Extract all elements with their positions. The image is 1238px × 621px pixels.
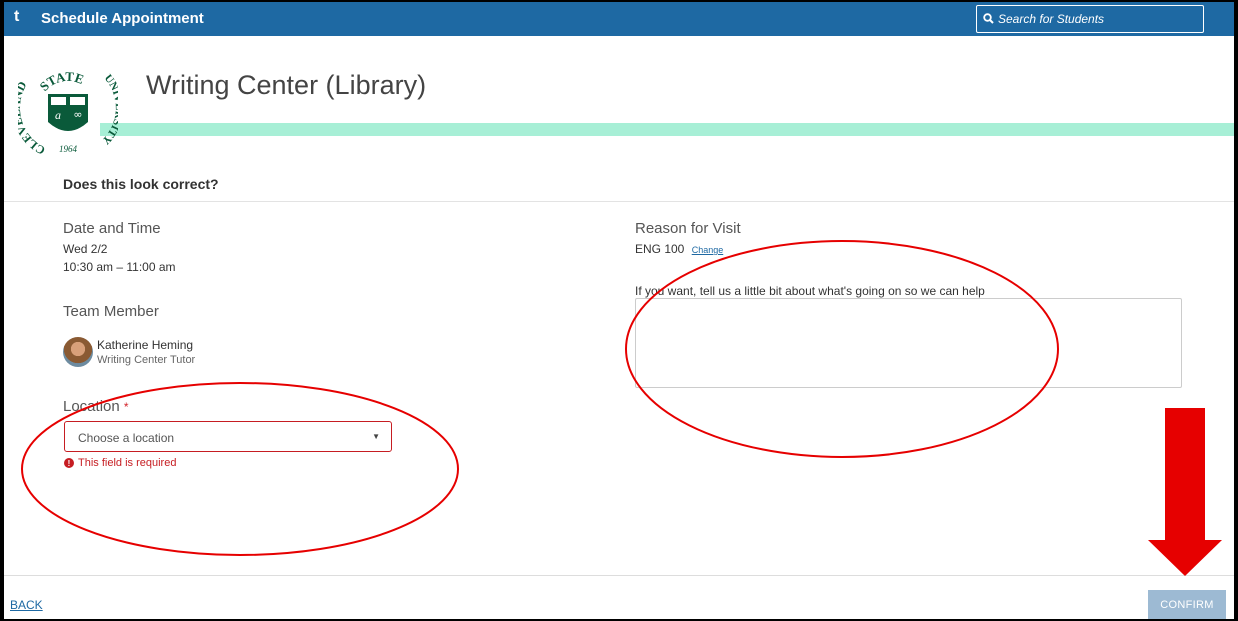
location-error-text: This field is required <box>78 457 177 469</box>
reason-label: Reason for Visit <box>635 220 741 237</box>
reason-value: ENG 100 <box>635 242 685 256</box>
university-seal-logo: STATE CLEVELAND UNIVERSITY a ∞ 1964 <box>18 69 118 156</box>
confirm-button[interactable]: CONFIRM <box>1148 590 1226 619</box>
back-link[interactable]: BACK <box>10 598 43 612</box>
seal-top-text: STATE <box>36 69 85 94</box>
location-error: ! This field is required <box>64 457 176 469</box>
top-bar-title: Schedule Appointment <box>41 10 204 27</box>
caret-down-icon: ▼ <box>372 432 380 441</box>
tutor-role: Writing Center Tutor <box>97 354 196 366</box>
required-marker: * <box>123 400 129 414</box>
tutor-name: Katherine Heming <box>97 338 194 352</box>
svg-text:STATE: STATE <box>36 69 85 94</box>
visit-notes-textarea[interactable] <box>635 298 1182 388</box>
app-frame: t Schedule Appointment Search for Studen… <box>4 2 1234 619</box>
reason-row: ENG 100 Change <box>635 242 723 256</box>
seal-year: 1964 <box>59 144 78 154</box>
app-logo[interactable]: t <box>14 8 19 26</box>
top-bar: t Schedule Appointment Search for Studen… <box>4 2 1234 36</box>
search-placeholder: Search for Students <box>998 12 1105 26</box>
change-reason-link[interactable]: Change <box>692 245 724 255</box>
confirm-question: Does this look correct? <box>63 176 219 192</box>
search-icon <box>983 13 994 24</box>
appointment-day: Wed 2/2 <box>63 242 108 256</box>
tutor-avatar <box>63 337 93 367</box>
location-label-text: Location <box>63 398 120 415</box>
error-icon: ! <box>64 458 74 468</box>
seal-right-text: UNIVERSITY <box>100 72 118 146</box>
svg-text:CLEVELAND: CLEVELAND <box>18 79 47 156</box>
page-title: Writing Center (Library) <box>146 70 427 100</box>
notes-prompt: If you want, tell us a little bit about … <box>635 284 985 298</box>
team-member-label: Team Member <box>63 303 159 320</box>
location-select-placeholder: Choose a location <box>78 431 175 445</box>
svg-text:∞: ∞ <box>73 108 82 121</box>
svg-text:UNIVERSITY: UNIVERSITY <box>100 72 118 146</box>
header-accent-bar <box>100 123 1234 136</box>
divider <box>4 201 1234 202</box>
appointment-time: 10:30 am – 11:00 am <box>63 260 176 274</box>
svg-text:a: a <box>55 108 61 122</box>
footer-divider <box>4 575 1234 576</box>
seal-left-text: CLEVELAND <box>18 79 47 156</box>
date-time-label: Date and Time <box>63 220 161 237</box>
location-select[interactable]: Choose a location ▼ <box>64 421 392 452</box>
student-search-input[interactable]: Search for Students <box>976 5 1204 33</box>
location-label: Location * <box>63 398 129 415</box>
down-arrow-icon <box>1148 408 1222 576</box>
